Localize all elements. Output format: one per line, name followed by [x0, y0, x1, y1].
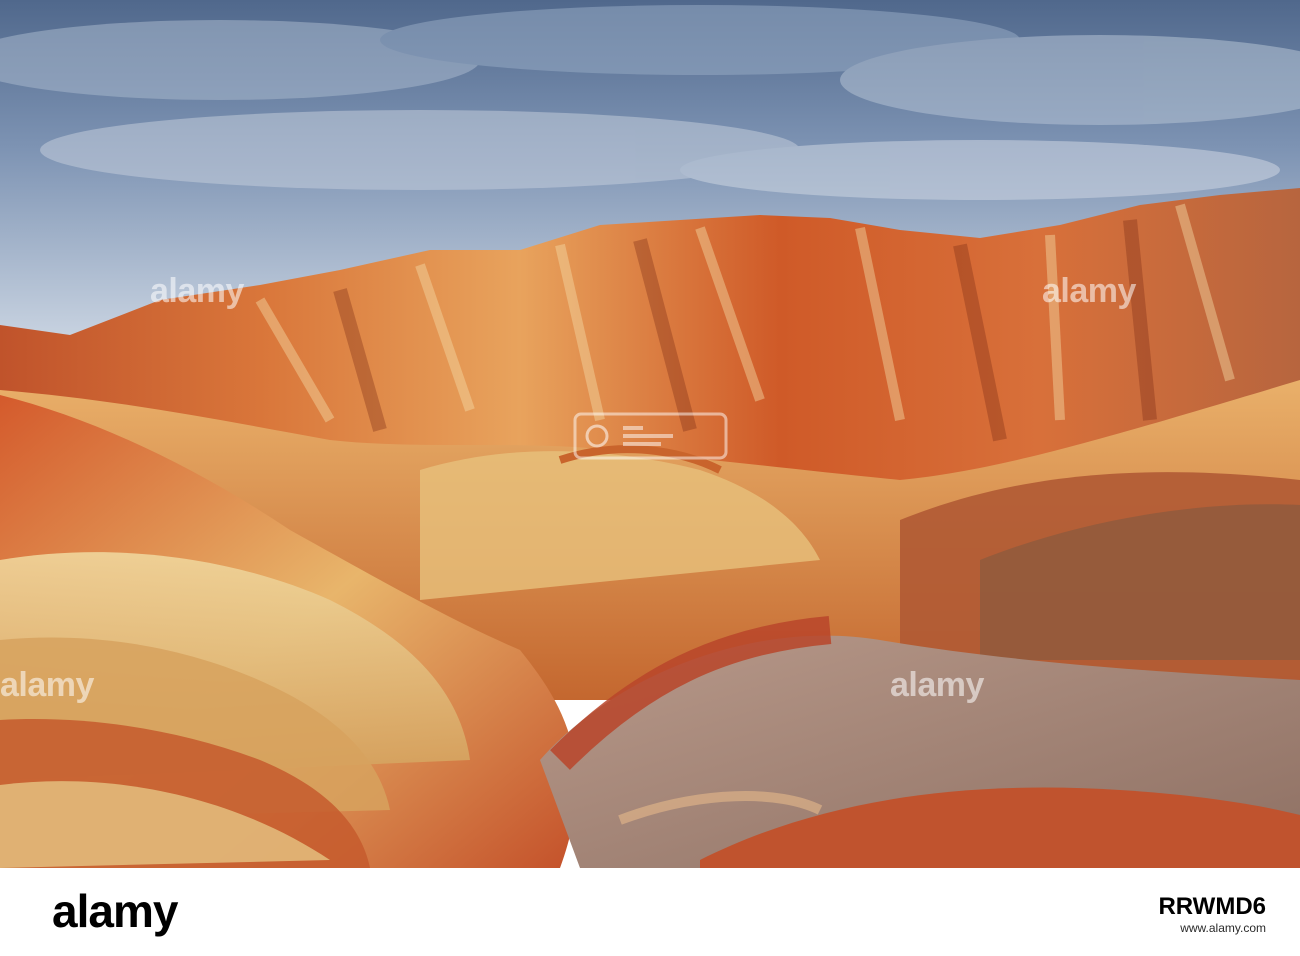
watermark-top-left: alamy — [150, 272, 244, 310]
alamy-logo: alamy — [52, 885, 178, 937]
landscape-photo: alamy alamy alamy alamy — [0, 0, 1300, 868]
watermark-center-logo — [573, 412, 728, 460]
watermark-bottom-left: alamy — [0, 666, 94, 704]
watermark-bottom-right: alamy — [890, 666, 984, 704]
footer-bar — [0, 868, 1300, 956]
watermark-top-right: alamy — [1042, 272, 1136, 310]
site-url: www.alamy.com — [1180, 921, 1266, 935]
image-id: RRWMD6 — [1158, 893, 1266, 920]
footer-meta: RRWMD6 www.alamy.com — [1158, 893, 1266, 935]
